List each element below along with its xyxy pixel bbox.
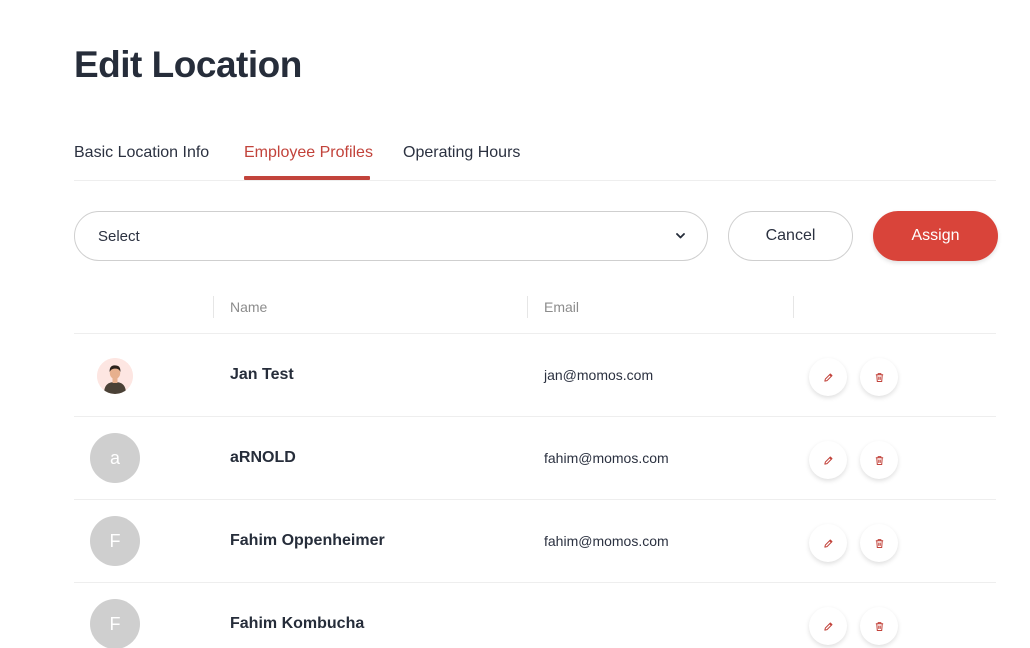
employee-select[interactable]: Select [74,211,708,261]
pencil-icon [823,456,832,465]
trash-icon [875,538,883,548]
tab-employee-profiles[interactable]: Employee Profiles [244,144,373,162]
tab-bar: Basic Location Info Employee Profiles Op… [74,140,996,181]
column-divider [213,296,214,318]
column-divider [527,296,528,318]
pencil-icon [823,539,832,548]
edit-location-page: Edit Location Basic Location Info Employ… [0,0,1030,648]
column-divider [793,296,794,318]
avatar: F [90,516,140,566]
table-row: F Fahim Kombucha [74,583,996,648]
column-header-email: Email [544,299,580,315]
employee-email: fahim@momos.com [544,450,669,466]
table-row: F Fahim Oppenheimer fahim@momos.com [74,500,996,583]
tab-operating-hours[interactable]: Operating Hours [403,144,520,162]
column-header-name: Name [230,299,268,315]
employee-name: Fahim Oppenheimer [230,532,385,549]
employee-select-value: Select [98,227,140,245]
delete-button[interactable] [860,524,898,562]
tab-basic-location-info[interactable]: Basic Location Info [74,144,209,162]
trash-icon [875,455,883,465]
employee-name: Fahim Kombucha [230,615,365,632]
table-row: a aRNOLD fahim@momos.com [74,417,996,500]
edit-button[interactable] [809,441,847,479]
delete-button[interactable] [860,358,898,396]
edit-button[interactable] [809,358,847,396]
employee-email: fahim@momos.com [544,533,669,549]
trash-icon [875,621,883,631]
chevron-down-icon [675,231,685,241]
pencil-icon [823,622,832,631]
table-header: Name Email [74,292,996,334]
avatar: F [90,599,140,648]
employee-name: aRNOLD [230,449,296,466]
table-row: Jan Test jan@momos.com [74,334,996,417]
cancel-button[interactable]: Cancel [728,211,853,261]
employee-name: Jan Test [230,366,294,383]
edit-button[interactable] [809,607,847,645]
delete-button[interactable] [860,607,898,645]
active-tab-indicator [244,176,370,180]
person-photo-icon [97,358,133,394]
edit-button[interactable] [809,524,847,562]
assign-button[interactable]: Assign [873,211,998,261]
pencil-icon [823,373,832,382]
page-title: Edit Location [74,44,302,85]
avatar: a [90,433,140,483]
avatar [97,358,133,394]
delete-button[interactable] [860,441,898,479]
trash-icon [875,372,883,382]
employee-email: jan@momos.com [544,367,654,383]
